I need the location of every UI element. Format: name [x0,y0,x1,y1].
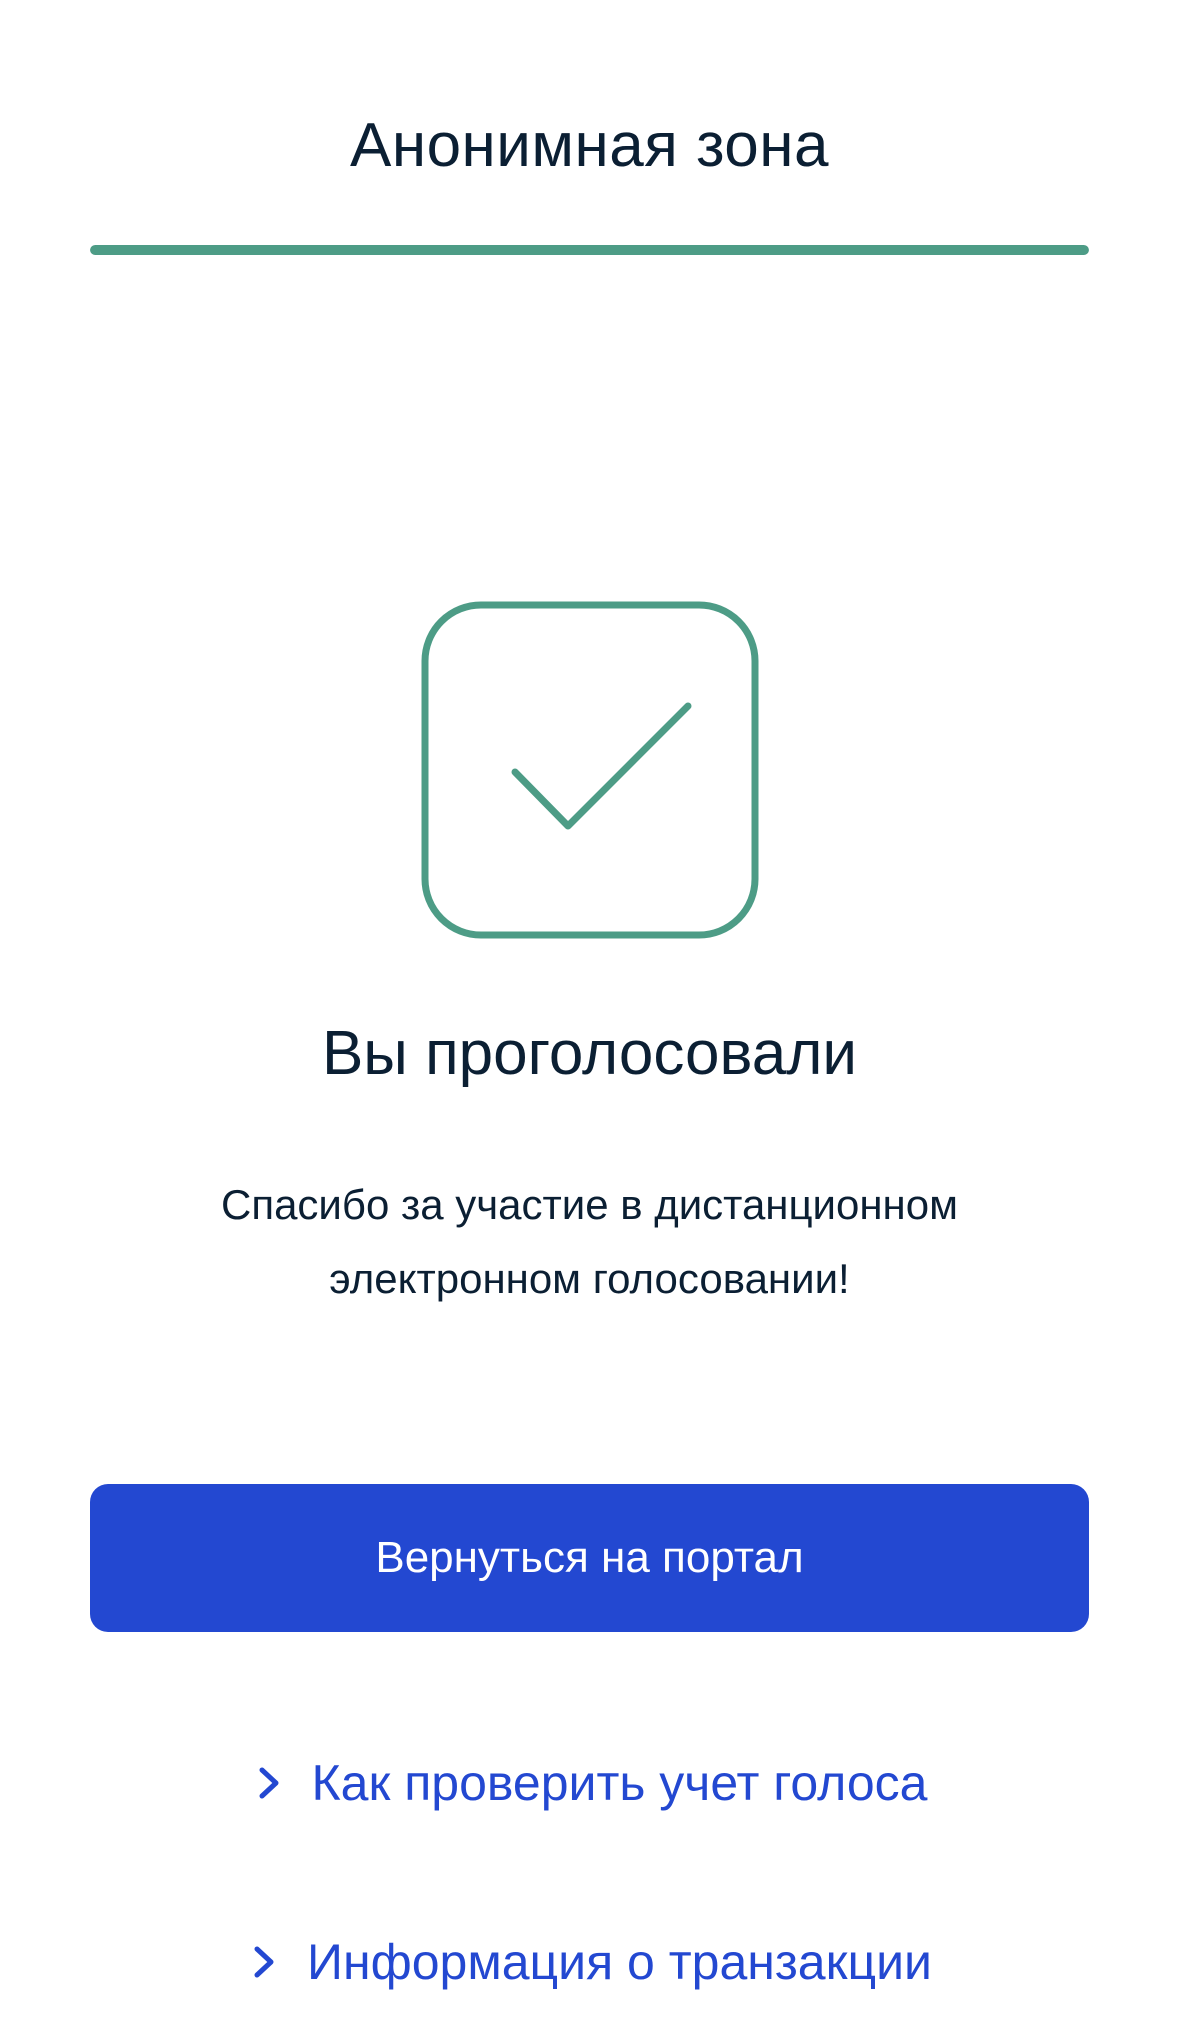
status-message: Спасибо за участие в дистанционном элект… [221,1181,958,1302]
chevron-right-icon [252,1766,286,1800]
return-to-portal-button[interactable]: Вернуться на портал [90,1484,1089,1632]
transaction-info-link-label: Информация о транзакции [307,1934,932,1990]
page-title: Анонимная зона [349,111,830,180]
status-title: Вы проголосовали [321,1019,858,1088]
transaction-info-link[interactable]: Информация о транзакции [0,1927,1179,1997]
how-to-check-vote-link[interactable]: Как проверить учет голоса [0,1748,1179,1818]
progress-bar-fill [90,245,1089,255]
progress-bar [90,245,1089,255]
checkmark-icon [420,600,760,940]
chevron-right-icon [247,1945,281,1979]
how-to-check-vote-link-label: Как проверить учет голоса [311,1755,928,1811]
